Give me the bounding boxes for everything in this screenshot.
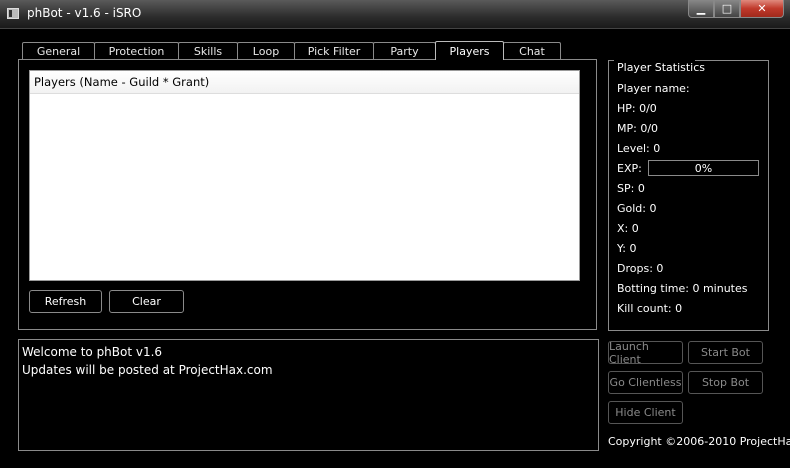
tab-skills[interactable]: Skills [178, 42, 238, 60]
exp-label: EXP: [617, 162, 642, 175]
players-list-header[interactable]: Players (Name - Guild * Grant) [30, 71, 579, 94]
tab-party[interactable]: Party [373, 42, 436, 60]
exp-progress-bar: 0% [648, 160, 759, 176]
start-bot-button[interactable]: Start Bot [688, 341, 763, 364]
window-controls: ▁ □ ✕ [688, 0, 784, 20]
launch-client-button[interactable]: Launch Client [608, 340, 683, 366]
drops-label: Drops: 0 [617, 262, 664, 275]
maximize-button[interactable]: □ [714, 0, 740, 18]
players-list[interactable]: Players (Name - Guild * Grant) [29, 70, 580, 281]
window-title: phBot - v1.6 - iSRO [27, 6, 142, 20]
hp-label: HP: 0/0 [617, 102, 657, 115]
hide-client-button[interactable]: Hide Client [608, 401, 683, 424]
app-icon [7, 8, 19, 19]
player-name-label: Player name: [617, 82, 690, 95]
level-label: Level: 0 [617, 142, 661, 155]
log-line: Welcome to phBot v1.6 [22, 345, 163, 359]
x-coordinate-label: X: 0 [617, 222, 639, 235]
kill-count-label: Kill count: 0 [617, 302, 683, 315]
tab-protection[interactable]: Protection [94, 42, 179, 60]
refresh-button[interactable]: Refresh [29, 290, 102, 313]
close-icon: ✕ [757, 2, 767, 15]
title-bar: phBot - v1.6 - iSRO ▁ □ ✕ [0, 0, 790, 29]
y-coordinate-label: Y: 0 [617, 242, 637, 255]
tab-loop[interactable]: Loop [237, 42, 295, 60]
tab-pick-filter[interactable]: Pick Filter [294, 42, 374, 60]
log-output[interactable]: Welcome to phBot v1.6 Updates will be po… [18, 339, 599, 451]
player-statistics-title: Player Statistics [616, 61, 707, 74]
log-line: Updates will be posted at ProjectHax.com [22, 363, 273, 377]
copyright-text: Copyright ©2006-2010 ProjectHax [608, 435, 790, 448]
exp-percent: 0% [694, 161, 713, 175]
minimize-button[interactable]: ▁ [688, 0, 714, 18]
sp-label: SP: 0 [617, 182, 645, 195]
mp-label: MP: 0/0 [617, 122, 659, 135]
botting-time-label: Botting time: 0 minutes [617, 282, 748, 295]
stats-frame-top-right [695, 60, 769, 61]
tab-general[interactable]: General [22, 42, 95, 60]
gold-label: Gold: 0 [617, 202, 657, 215]
close-button[interactable]: ✕ [740, 0, 784, 18]
tab-chat[interactable]: Chat [503, 42, 561, 60]
tab-bar: General Protection Skills Loop Pick Filt… [22, 41, 561, 60]
clear-button[interactable]: Clear [109, 290, 184, 313]
go-clientless-button[interactable]: Go Clientless [608, 371, 683, 394]
maximize-icon: □ [721, 2, 733, 15]
tab-players[interactable]: Players [435, 41, 504, 60]
minimize-icon: ▁ [696, 2, 706, 15]
stop-bot-button[interactable]: Stop Bot [688, 371, 763, 394]
